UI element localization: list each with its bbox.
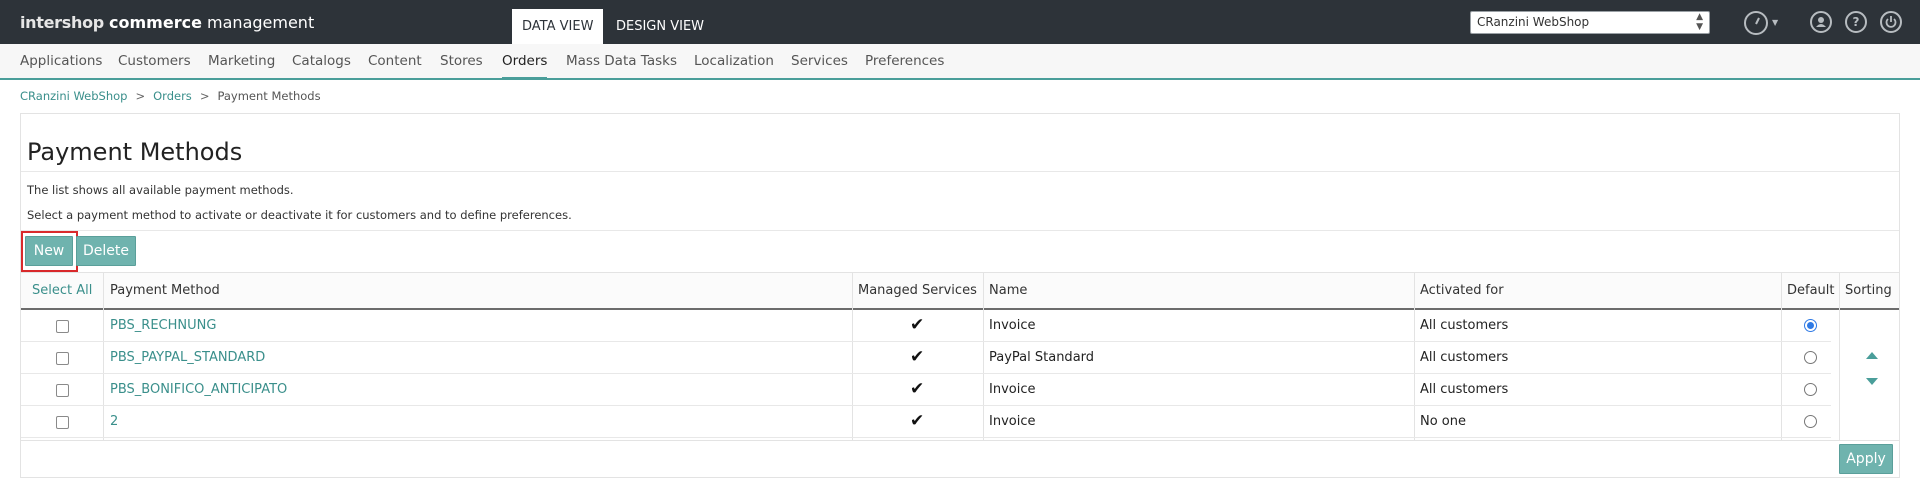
activated-for: All customers [1420,318,1509,333]
payment-method-link[interactable]: 2 [110,406,118,437]
payment-name: PayPal Standard [989,350,1095,365]
payment-method-link[interactable]: PBS_BONIFICO_ANTICIPATO [110,374,287,405]
activated-for: All customers [1420,382,1509,397]
row-checkbox[interactable] [56,320,69,333]
column-header-sorting: Sorting [1845,283,1892,298]
column-divider [1839,272,1840,440]
row-checkbox[interactable] [56,352,69,365]
payment-name: Invoice [989,414,1036,429]
checkmark-icon: ✔ [910,379,925,399]
site-select-value: CRanzini WebShop [1477,15,1590,29]
delete-button[interactable]: Delete [76,236,136,266]
breadcrumb-orders-link[interactable]: Orders [153,89,192,103]
logo-word-management: management [207,13,315,32]
tab-data-view[interactable]: DATA VIEW [512,9,604,44]
nav-item-catalogs[interactable]: Catalogs [292,44,351,78]
table-row: PBS_RECHNUNG ✔ Invoice All customers [21,310,1831,342]
app-logo[interactable]: intershop commerce management [20,13,314,32]
nav-item-services[interactable]: Services [791,44,848,78]
default-radio[interactable] [1804,351,1817,364]
dashboard-gauge-icon[interactable] [1744,11,1768,35]
nav-item-localization[interactable]: Localization [694,44,774,78]
page-instructions: Select a payment method to activate or d… [27,208,572,222]
logo-word-commerce: commerce [109,13,202,32]
nav-item-orders[interactable]: Orders [502,44,548,80]
payment-method-link[interactable]: PBS_PAYPAL_STANDARD [110,342,265,373]
tab-design-view[interactable]: DESIGN VIEW [606,9,714,44]
divider [21,171,1899,172]
site-select[interactable]: CRanzini WebShop ▲ ▼ [1470,11,1710,34]
nav-item-content[interactable]: Content [368,44,422,78]
breadcrumb: CRanzini WebShop > Orders > Payment Methods [20,89,321,103]
nav-item-mass-data-tasks[interactable]: Mass Data Tasks [566,44,677,78]
column-header-name: Name [989,283,1028,298]
table-row: PBS_BONIFICO_ANTICIPATO ✔ Invoice All cu… [21,374,1831,406]
checkmark-icon: ✔ [910,347,925,367]
nav-item-preferences[interactable]: Preferences [865,44,944,78]
help-icon[interactable]: ? [1845,11,1867,33]
breadcrumb-separator: > [135,89,146,103]
chevron-down-icon[interactable]: ▼ [1772,18,1778,27]
nav-item-marketing[interactable]: Marketing [208,44,275,78]
column-header-activated-for: Activated for [1420,283,1504,298]
select-arrows-icon: ▲ ▼ [1696,12,1703,32]
column-header-payment-method: Payment Method [110,283,220,298]
select-all-link[interactable]: Select All [32,273,92,309]
sort-down-icon[interactable] [1866,378,1878,385]
nav-item-customers[interactable]: Customers [118,44,191,78]
payment-name: Invoice [989,318,1036,333]
nav-item-stores[interactable]: Stores [440,44,483,78]
new-button[interactable]: New [25,236,73,266]
table-row: 2 ✔ Invoice No one [21,406,1831,438]
default-radio[interactable] [1804,383,1817,396]
checkmark-icon: ✔ [910,411,925,431]
default-radio[interactable] [1804,319,1817,332]
sort-up-icon[interactable] [1866,352,1878,359]
column-header-default: Default [1787,283,1835,298]
payment-methods-panel: Payment Methods The list shows all avail… [20,113,1900,478]
user-icon[interactable] [1810,11,1832,33]
divider [21,440,1899,441]
page-description: The list shows all available payment met… [27,183,294,197]
column-header-managed-services: Managed Services [858,283,977,298]
checkmark-icon: ✔ [910,315,925,335]
table-header: Select All Payment Method Managed Servic… [21,272,1899,310]
power-icon[interactable] [1880,11,1902,33]
table-row: PBS_PAYPAL_STANDARD ✔ PayPal Standard Al… [21,342,1831,374]
top-bar: intershop commerce management DATA VIEW … [0,0,1920,44]
row-checkbox[interactable] [56,384,69,397]
logo-brand: intershop [20,13,104,32]
payment-name: Invoice [989,382,1036,397]
breadcrumb-separator: > [199,89,210,103]
apply-button[interactable]: Apply [1839,444,1893,474]
divider [21,230,1899,231]
breadcrumb-current: Payment Methods [217,89,321,103]
breadcrumb-webshop-link[interactable]: CRanzini WebShop [20,89,127,103]
nav-item-applications[interactable]: Applications [20,44,102,78]
main-nav: Applications Customers Marketing Catalog… [0,44,1920,80]
payment-method-link[interactable]: PBS_RECHNUNG [110,310,216,341]
row-checkbox[interactable] [56,416,69,429]
activated-for: No one [1420,414,1467,429]
default-radio[interactable] [1804,415,1817,428]
activated-for: All customers [1420,350,1509,365]
page-title: Payment Methods [27,138,243,166]
